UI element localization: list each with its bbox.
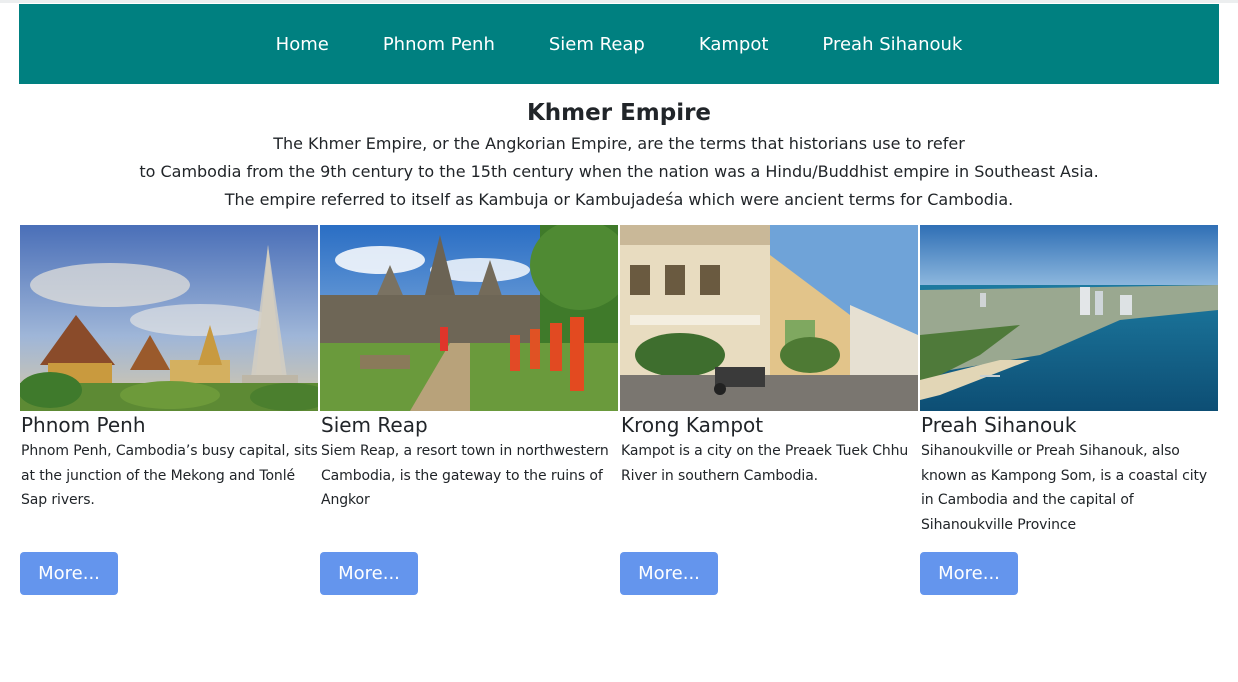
page-title: Khmer Empire (526, 100, 712, 126)
nav-home-link[interactable]: Home (276, 34, 329, 55)
sihanoukville-photo (920, 225, 1218, 411)
intro-line-2: to Cambodia from the 9th century to the … (139, 162, 1099, 181)
nav-siem-reap-link[interactable]: Siem Reap (549, 34, 645, 55)
more-button[interactable]: More... (320, 552, 418, 595)
card-title: Phnom Penh (21, 413, 146, 437)
navbar: Home Phnom Penh Siem Reap Kampot Preah S… (19, 4, 1219, 84)
siem-reap-photo (320, 225, 618, 411)
intro-line-3: The empire referred to itself as Kambuja… (224, 190, 1014, 209)
card-siem-reap: Siem Reap Siem Reap, a resort town in no… (320, 225, 618, 625)
top-border (0, 0, 1238, 3)
card-title: Preah Sihanouk (921, 413, 1077, 437)
intro-line-1: The Khmer Empire, or the Angkorian Empir… (273, 134, 965, 153)
phnom-penh-photo (20, 225, 318, 411)
more-button[interactable]: More... (620, 552, 718, 595)
card-text: Sihanoukville or Preah Sihanouk, also kn… (921, 443, 1208, 533)
nav-phnom-penh-link[interactable]: Phnom Penh (383, 34, 495, 55)
nav-kampot-link[interactable]: Kampot (699, 34, 769, 55)
card-krong-kampot: Krong Kampot Kampot is a city on the Pre… (620, 225, 918, 625)
card-text: Phnom Penh, Cambodia’s busy capital, sit… (21, 443, 318, 508)
more-button[interactable]: More... (920, 552, 1018, 595)
card-title: Siem Reap (321, 413, 428, 437)
kampot-photo (620, 225, 918, 411)
card-text: Kampot is a city on the Preaek Tuek Chhu… (621, 443, 909, 484)
card-text: Siem Reap, a resort town in northwestern… (321, 443, 609, 508)
card-preah-sihanouk: Preah Sihanouk Sihanoukville or Preah Si… (920, 225, 1218, 625)
card-phnom-penh: Phnom Penh Phnom Penh, Cambodia’s busy c… (20, 225, 318, 625)
card-title: Krong Kampot (621, 413, 764, 437)
nav-preah-sihanouk-link[interactable]: Preah Sihanouk (822, 34, 962, 55)
more-button[interactable]: More... (20, 552, 118, 595)
intro-section: Khmer Empire The Khmer Empire, or the An… (0, 96, 1238, 214)
